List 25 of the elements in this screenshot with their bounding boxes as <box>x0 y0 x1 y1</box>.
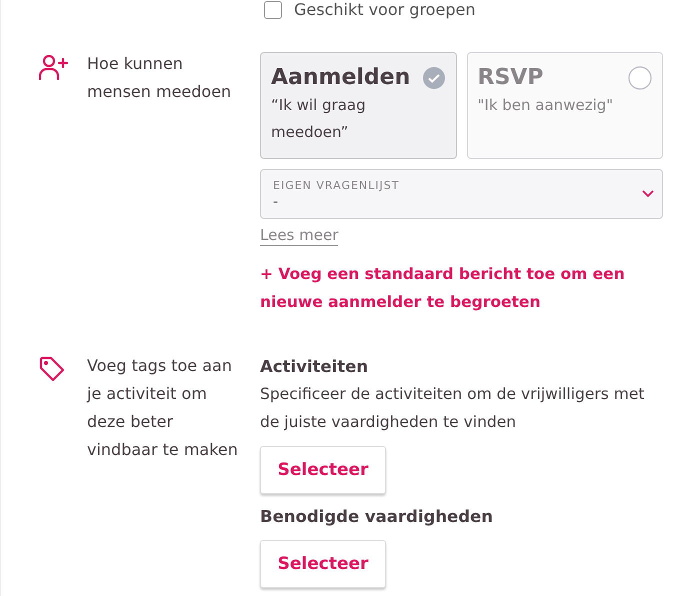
checkbox[interactable] <box>264 1 282 19</box>
read-more-link[interactable]: Lees meer <box>260 225 338 246</box>
tag-icon <box>39 356 65 382</box>
section-label: Hoe kunnen mensen meedoen <box>87 53 232 103</box>
group-title: Activiteiten <box>260 356 368 378</box>
option-card[interactable]: RSVP "Ik ben aanwezig" <box>466 52 663 159</box>
checkmark-icon <box>422 66 446 90</box>
option-title: RSVP <box>478 65 544 90</box>
add-user-icon <box>39 54 69 80</box>
option-subtitle: "Ik ben aanwezig" <box>478 95 614 116</box>
group-description: Specificeer de activiteiten om de vrijwilligers met de juiste vaardigheden te vinden <box>260 384 646 433</box>
option-subtitle: “Ik wil graag meedoen” <box>271 95 367 143</box>
select-button[interactable]: Selecteer <box>260 540 386 588</box>
add-message-link[interactable]: + Voeg een standaard bericht toe om een nieuwe aanmelder te begroeten <box>260 260 663 316</box>
checkbox-label: Geschikt voor groepen <box>294 0 476 20</box>
select-value: - <box>273 194 280 210</box>
select-button[interactable]: Selecteer <box>260 446 386 494</box>
select-label: EIGEN VRAGENLIJST <box>273 178 400 192</box>
option-card[interactable]: Aanmelden “Ik wil graag meedoen” <box>260 52 456 159</box>
questionnaire-select[interactable]: EIGEN VRAGENLIJST - <box>260 169 663 219</box>
group-title: Benodigde vaardigheden <box>260 506 493 528</box>
radio-icon <box>628 66 652 90</box>
option-title: Aanmelden <box>271 65 410 90</box>
section-label: Voeg tags toe aan je activiteit om deze beter vindbaar te maken <box>87 355 239 461</box>
chevron-down-icon <box>642 190 654 198</box>
